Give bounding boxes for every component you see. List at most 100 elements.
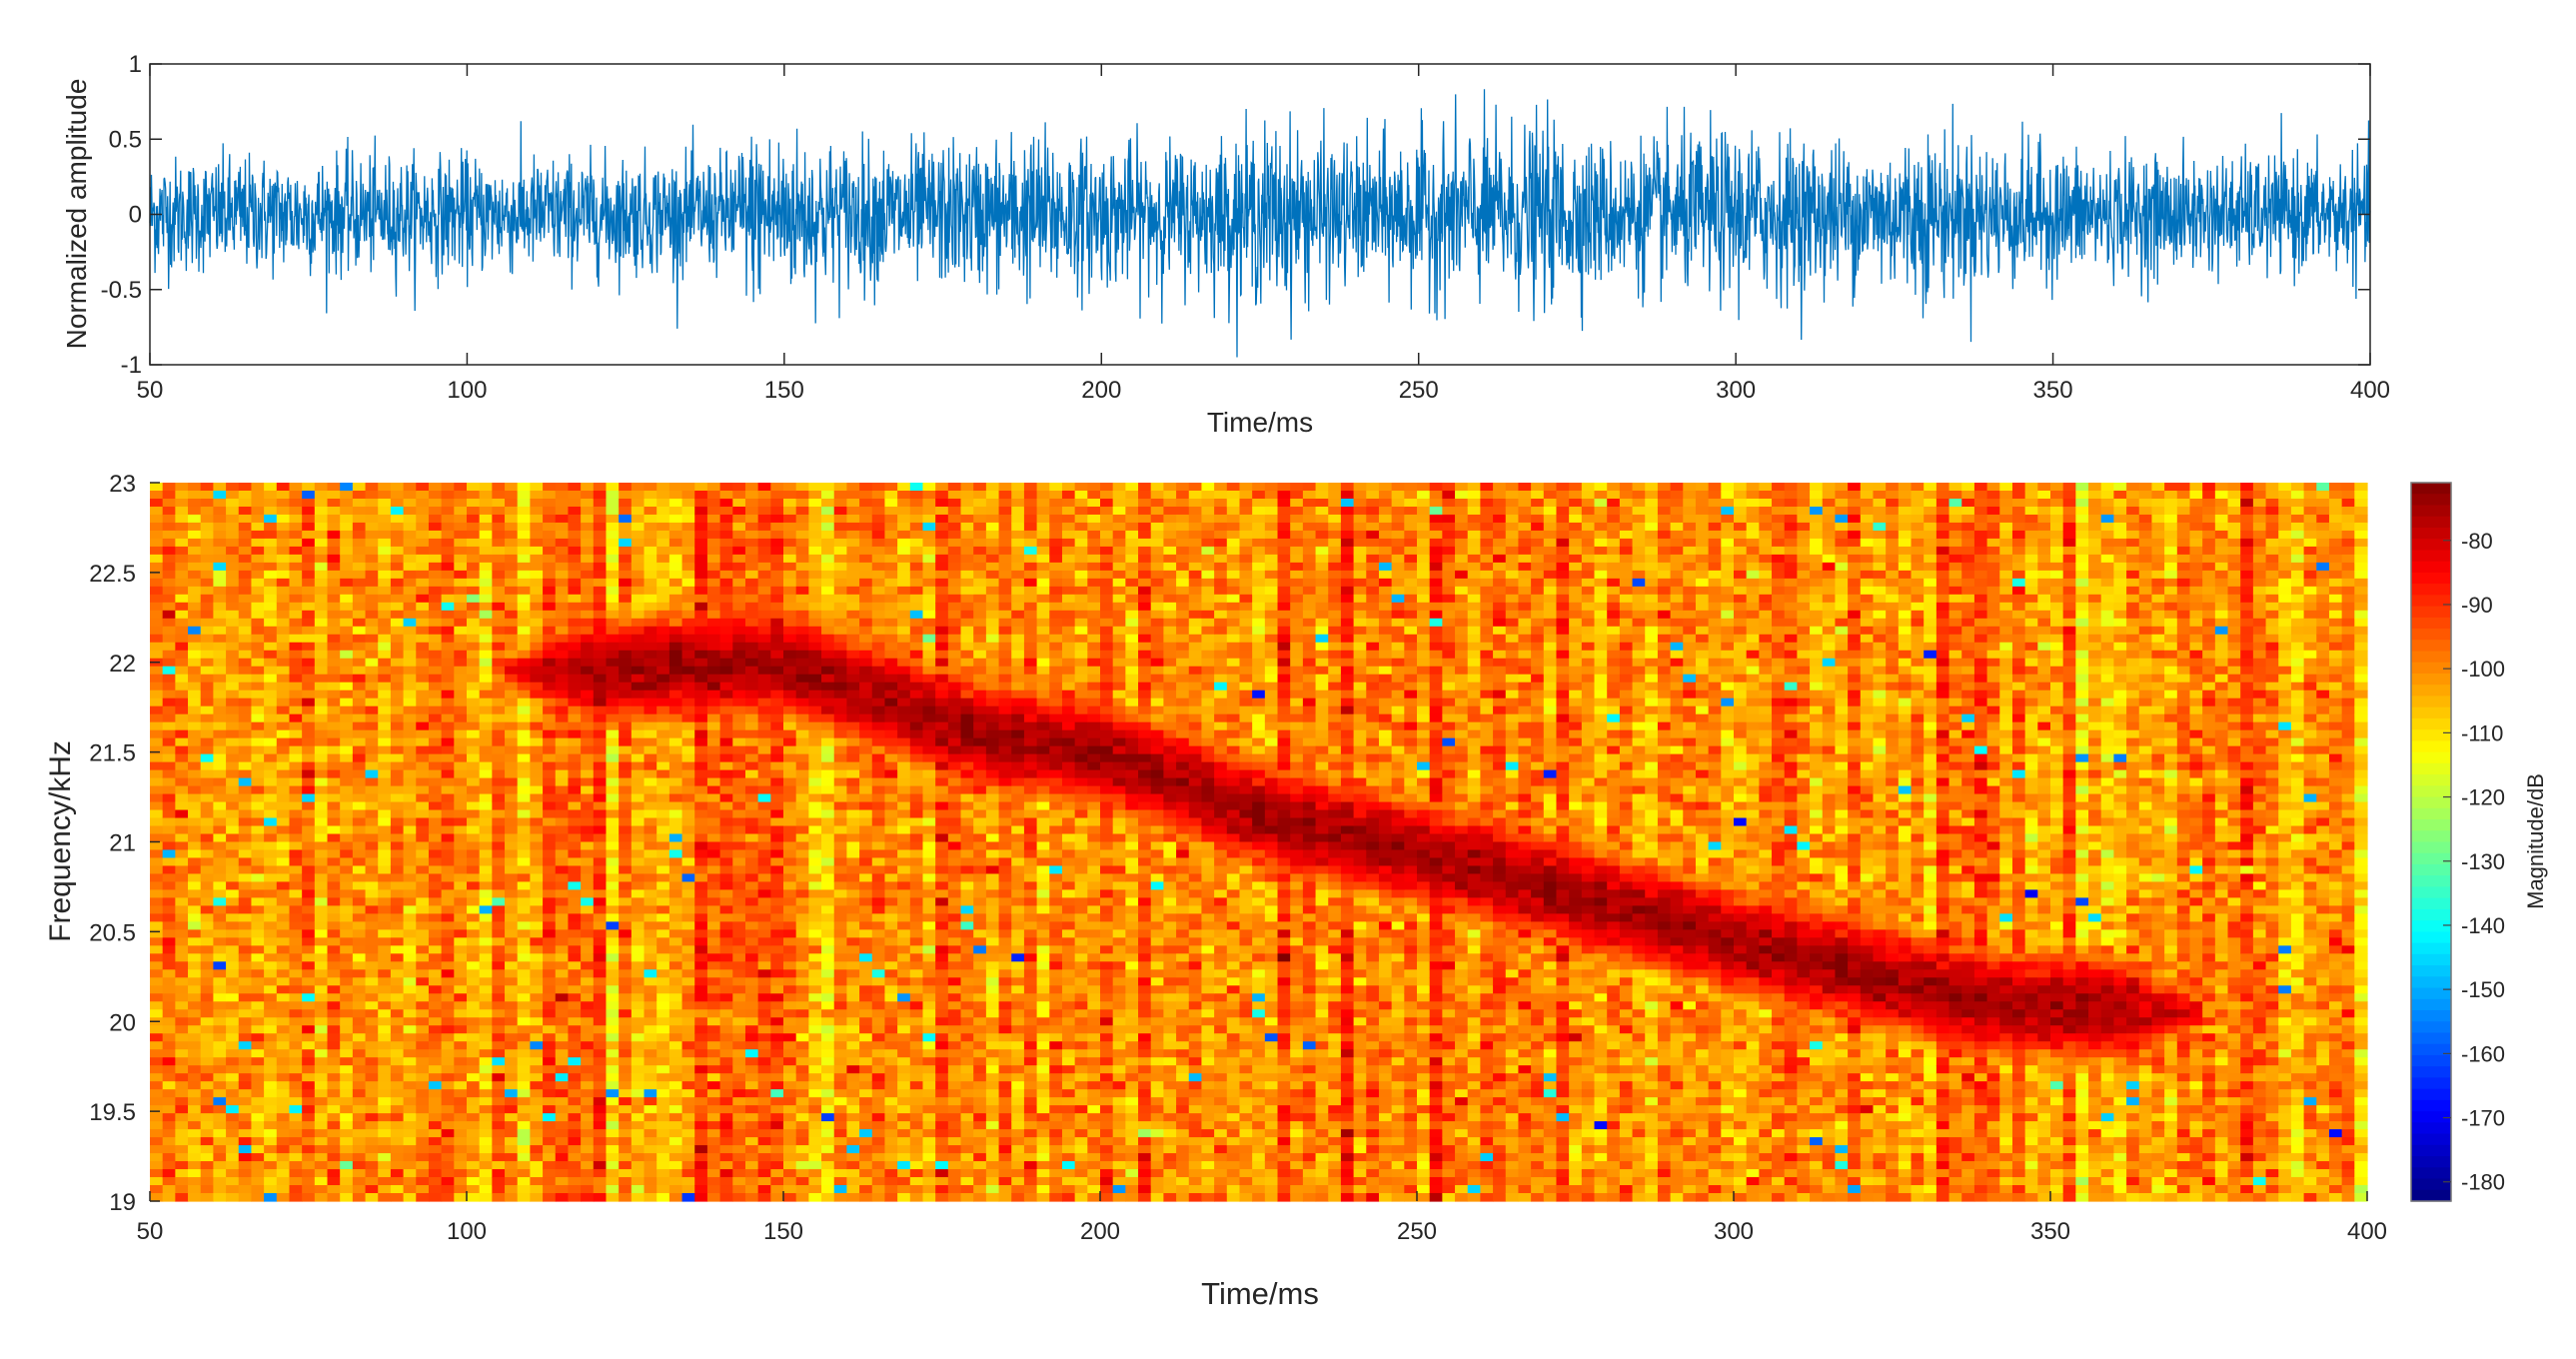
- heatmap-cell: [428, 889, 443, 899]
- heatmap-cell: [188, 953, 202, 962]
- heatmap-cell: [175, 1081, 189, 1090]
- heatmap-cell: [530, 697, 544, 707]
- heatmap-cell: [162, 1041, 176, 1050]
- heatmap-cell: [833, 554, 847, 564]
- heatmap-cell: [744, 769, 759, 779]
- heatmap-cell: [619, 897, 633, 907]
- heatmap-cell: [606, 1089, 620, 1098]
- heatmap-cell: [454, 801, 468, 811]
- heatmap-cell: [555, 546, 570, 556]
- heatmap-cell: [668, 1001, 683, 1010]
- heatmap-cell: [517, 514, 531, 524]
- heatmap-cell: [403, 1193, 417, 1202]
- heatmap-cell: [302, 1049, 316, 1058]
- heatmap-cell: [467, 1193, 481, 1202]
- heatmap-cell: [606, 681, 620, 691]
- heatmap-cell: [770, 1033, 784, 1042]
- heatmap-cell: [352, 849, 367, 859]
- heatmap-cell: [681, 626, 695, 636]
- heatmap-cell: [264, 729, 278, 739]
- heatmap-cell: [365, 1129, 379, 1138]
- heatmap-cell: [340, 729, 354, 739]
- heatmap-cell: [467, 578, 481, 588]
- heatmap-cell: [378, 522, 392, 532]
- heatmap-cell: [821, 522, 835, 532]
- heatmap-cell: [656, 873, 670, 883]
- heatmap-cell: [681, 1105, 695, 1114]
- heatmap-cell: [593, 570, 608, 580]
- heatmap-cell: [568, 546, 582, 556]
- heatmap-cell: [441, 785, 455, 795]
- heatmap-cell: [732, 1033, 746, 1042]
- heatmap-cell: [289, 841, 303, 851]
- heatmap-cell: [795, 881, 809, 891]
- heatmap-cell: [770, 666, 784, 676]
- heatmap-cell: [783, 634, 797, 644]
- heatmap-cell: [327, 705, 341, 715]
- heatmap-cell: [732, 1161, 746, 1170]
- heatmap-cell: [467, 833, 481, 843]
- heatmap-cell: [162, 1081, 176, 1090]
- heatmap-cell: [352, 1129, 367, 1138]
- heatmap-cell: [150, 594, 164, 604]
- heatmap-cell: [314, 1081, 329, 1090]
- heatmap-cell: [644, 865, 657, 875]
- heatmap-cell: [289, 825, 303, 835]
- heatmap-cell: [200, 1185, 214, 1194]
- heatmap-cell: [467, 490, 481, 500]
- heatmap-cell: [441, 610, 455, 620]
- heatmap-cell: [289, 785, 303, 795]
- heatmap-cell: [467, 1025, 481, 1034]
- heatmap-cell: [821, 1105, 835, 1114]
- heatmap-cell: [150, 1025, 164, 1034]
- heatmap-cell: [390, 969, 405, 978]
- heatmap-cell: [706, 1153, 721, 1162]
- heatmap-cell: [441, 658, 455, 668]
- heatmap-cell: [821, 817, 835, 827]
- heatmap-cell: [352, 498, 367, 508]
- heatmap-cell: [808, 801, 822, 811]
- heatmap-cell: [606, 610, 620, 620]
- heatmap-cell: [744, 1121, 759, 1130]
- heatmap-cell: [479, 1169, 493, 1178]
- heatmap-cell: [732, 1105, 746, 1114]
- heatmap-cell: [833, 1129, 847, 1138]
- heatmap-cell: [543, 1041, 557, 1050]
- heatmap-cell: [593, 1105, 608, 1114]
- heatmap-cell: [581, 658, 595, 668]
- heatmap-cell: [631, 1169, 645, 1178]
- heatmap-cell: [314, 666, 329, 676]
- spectrogram-plot: 50 100 150 200 250 300 350 400 2322.52221.52120…: [44, 471, 2387, 1311]
- heatmap-cell: [416, 658, 430, 668]
- heatmap-cell: [681, 689, 695, 699]
- heatmap-cell: [706, 977, 721, 986]
- heatmap-cell: [428, 1145, 443, 1154]
- heatmap-cell: [162, 761, 176, 771]
- heatmap-cell: [454, 506, 468, 516]
- heatmap-cell: [213, 1089, 227, 1098]
- heatmap-cell: [783, 1145, 797, 1154]
- heatmap-cell: [606, 570, 620, 580]
- heatmap-cell: [568, 993, 582, 1002]
- heatmap-cell: [454, 953, 468, 962]
- heatmap-cell: [467, 483, 481, 492]
- heatmap-cell: [226, 905, 240, 914]
- heatmap-cell: [606, 865, 620, 875]
- heatmap-cell: [150, 1057, 164, 1066]
- heatmap-cell: [175, 1025, 189, 1034]
- heatmap-cell: [340, 483, 354, 492]
- heatmap-cell: [492, 697, 506, 707]
- heatmap-cell: [289, 985, 303, 994]
- heatmap-cell: [454, 929, 468, 938]
- heatmap-cell: [606, 905, 620, 914]
- heatmap-cell: [365, 889, 379, 899]
- heatmap-cell: [492, 1121, 506, 1130]
- heatmap-cell: [365, 1089, 379, 1098]
- heatmap-cell: [631, 729, 645, 739]
- heatmap-cell: [226, 729, 240, 739]
- heatmap-cell: [821, 801, 835, 811]
- heatmap-cell: [555, 1057, 570, 1066]
- heatmap-cell: [770, 921, 784, 930]
- heatmap-cell: [846, 554, 860, 564]
- heatmap-cell: [631, 674, 645, 683]
